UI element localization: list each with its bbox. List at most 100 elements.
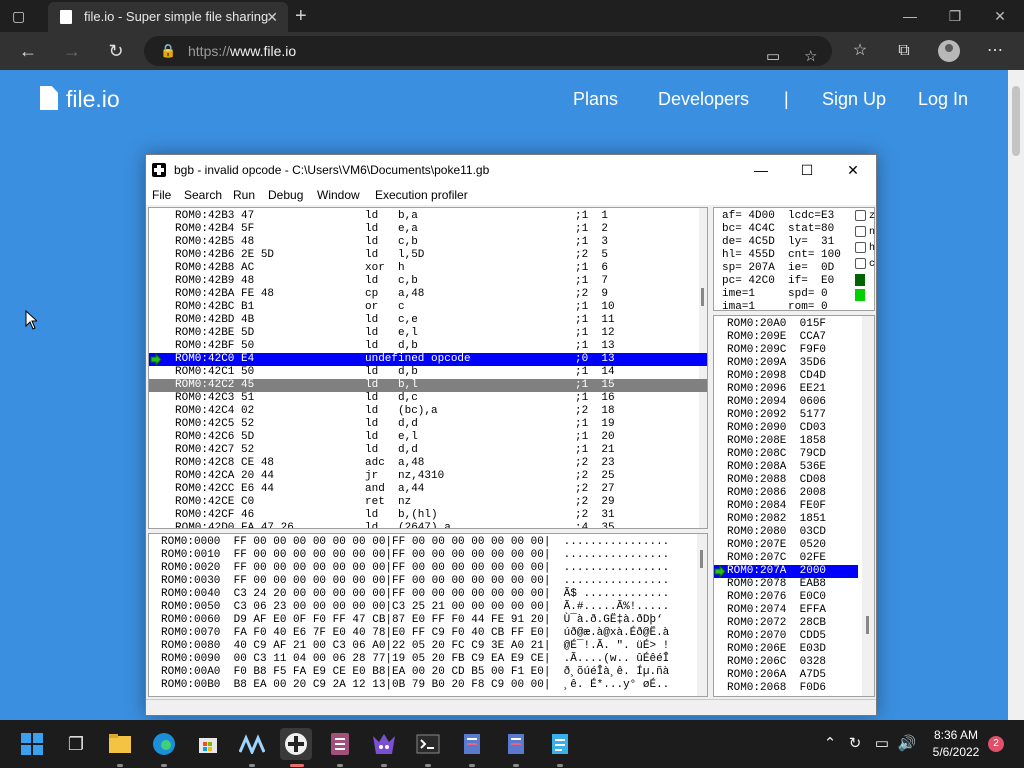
stack-row[interactable]: ROM0:2090 CD03 <box>714 422 858 435</box>
bgb-minimize-icon[interactable]: — <box>738 155 784 185</box>
stack-row[interactable]: ROM0:207C 02FE <box>714 552 858 565</box>
flag-n-checkbox[interactable] <box>855 226 866 237</box>
immersive-reader-icon[interactable]: ▭ <box>766 42 780 72</box>
memory-row[interactable]: ROM0:0020 FF 00 00 00 00 00 00 00|FF 00 … <box>161 562 701 575</box>
disasm-row[interactable]: ROM0:42C2 45 ld b,l ;1 15 <box>149 379 707 392</box>
disasm-row[interactable]: ROM0:42BE 5D ld e,l ;1 12 <box>149 327 707 340</box>
stack-row[interactable]: ROM0:2072 28CB <box>714 617 858 630</box>
memory-row[interactable]: ROM0:00A0 F0 B8 F5 FA E9 CE E0 B8|EA 00 … <box>161 666 701 679</box>
memory-row[interactable]: ROM0:0060 D9 AF E0 0F F0 FF 47 CB|87 E0 … <box>161 614 701 627</box>
scrollbar-thumb[interactable] <box>1012 86 1020 156</box>
start-icon[interactable] <box>16 728 48 760</box>
new-tab-icon[interactable]: + <box>295 4 307 28</box>
disasm-row[interactable]: ROM0:42BD 4B ld c,e ;1 11 <box>149 314 707 327</box>
stack-row[interactable]: ROM0:206E E03D <box>714 643 858 656</box>
nav-developers[interactable]: Developers <box>658 89 749 109</box>
stack-pane[interactable]: ROM0:20A0 015F ROM0:209E CCA7 ROM0:209C F9… <box>713 315 875 697</box>
display-icon[interactable]: ▭ <box>872 734 892 754</box>
menu-run[interactable]: Run <box>233 185 255 205</box>
add-favorite-icon[interactable]: ☆ <box>804 42 817 72</box>
menu-search[interactable]: Search <box>184 185 222 205</box>
nav-log-in[interactable]: Log In <box>918 89 968 109</box>
stack-row[interactable]: ROM0:2094 0606 <box>714 396 858 409</box>
more-icon[interactable]: ⋯ <box>984 40 1006 62</box>
nav-plans[interactable]: Plans <box>573 89 618 109</box>
stack-row[interactable]: ROM0:208A 536E <box>714 461 858 474</box>
stack-row[interactable]: ROM0:2074 EFFA <box>714 604 858 617</box>
stack-row[interactable]: ROM0:206A A7D5 <box>714 669 858 682</box>
app-icon[interactable] <box>236 728 268 760</box>
menu-window[interactable]: Window <box>317 185 360 205</box>
disasm-row[interactable]: ROM0:42C7 52 ld d,d ;1 21 <box>149 444 707 457</box>
bgb-maximize-icon[interactable]: ☐ <box>784 155 830 185</box>
memory-hex-pane[interactable]: ROM0:0000 FF 00 00 00 00 00 00 00|FF 00 … <box>148 533 708 697</box>
game-icon[interactable] <box>368 728 400 760</box>
stack-row[interactable]: ROM0:209C F9F0 <box>714 344 858 357</box>
lock-icon[interactable]: 🔒 <box>160 36 176 66</box>
site-logo[interactable]: file.io <box>40 86 120 112</box>
disasm-row[interactable]: ROM0:42CF 46 ld b,(hl) ;2 31 <box>149 509 707 522</box>
disasm-row[interactable]: ROM0:42C3 51 ld d,c ;1 16 <box>149 392 707 405</box>
nav-sign-up[interactable]: Sign Up <box>822 89 886 109</box>
disasm-row[interactable]: ROM0:42BA FE 48 cp a,48 ;2 9 <box>149 288 707 301</box>
stack-row[interactable]: ROM0:2068 F0D6 <box>714 682 858 695</box>
disasm-row[interactable]: ROM0:42B5 48 ld c,b ;1 3 <box>149 236 707 249</box>
disasm-row[interactable]: ROM0:42C1 50 ld d,b ;1 14 <box>149 366 707 379</box>
stack-row[interactable]: ROM0:20A0 015F <box>714 318 858 331</box>
disasm-row[interactable]: ROM0:42C0 E4 undefined opcode ;0 13 <box>149 353 707 366</box>
disasm-row[interactable]: ROM0:42BF 50 ld d,b ;1 13 <box>149 340 707 353</box>
disasm-row[interactable]: ROM0:42B6 2E 5D ld l,5D ;2 5 <box>149 249 707 262</box>
disasm-row[interactable]: ROM0:42CE C0 ret nz ;2 29 <box>149 496 707 509</box>
stack-row[interactable]: ROM0:209E CCA7 <box>714 331 858 344</box>
task-view-icon[interactable]: ❐ <box>60 728 92 760</box>
stack-scrollbar[interactable] <box>862 316 874 696</box>
bgb-title-bar[interactable]: bgb - invalid opcode - C:\Users\VM6\Docu… <box>146 155 876 185</box>
note-icon[interactable] <box>500 728 532 760</box>
note-icon[interactable] <box>456 728 488 760</box>
back-icon[interactable]: ← <box>17 40 39 62</box>
disasm-row[interactable]: ROM0:42B4 5F ld e,a ;1 2 <box>149 223 707 236</box>
memory-row[interactable]: ROM0:0090 00 C3 11 04 00 06 28 77|19 05 … <box>161 653 701 666</box>
disasm-row[interactable]: ROM0:42B8 AC xor h ;1 6 <box>149 262 707 275</box>
refresh-icon[interactable]: ↻ <box>105 40 127 62</box>
stack-row[interactable]: ROM0:206C 0328 <box>714 656 858 669</box>
scrollbar-thumb[interactable] <box>866 616 869 634</box>
disasm-row[interactable]: ROM0:42D0 FA 47 26 ld (2647),a ;4 35 <box>149 522 707 528</box>
disassembly-pane[interactable]: ROM0:42B3 47 ld b,a ;1 1 ROM0:42B4 5F ld e,a… <box>148 207 708 529</box>
memory-row[interactable]: ROM0:00B0 B8 EA 00 20 C9 2A 12 13|0B 79 … <box>161 679 701 692</box>
stack-row[interactable]: ROM0:207E 0520 <box>714 539 858 552</box>
disasm-row[interactable]: ROM0:42BC B1 or c ;1 10 <box>149 301 707 314</box>
profile-icon[interactable] <box>938 40 960 62</box>
terminal-icon[interactable] <box>412 728 444 760</box>
memory-row[interactable]: ROM0:0030 FF 00 00 00 00 00 00 00|FF 00 … <box>161 575 701 588</box>
stack-row[interactable]: ROM0:207A 2000 <box>714 564 858 579</box>
disasm-row[interactable]: ROM0:42B9 48 ld c,b ;1 7 <box>149 275 707 288</box>
stack-row[interactable]: ROM0:2098 CD4D <box>714 370 858 383</box>
memory-row[interactable]: ROM0:0000 FF 00 00 00 00 00 00 00|FF 00 … <box>161 536 701 549</box>
disasm-row[interactable]: ROM0:42C4 02 ld (bc),a ;2 18 <box>149 405 707 418</box>
page-scrollbar[interactable] <box>1008 70 1024 720</box>
file-explorer-icon[interactable] <box>104 728 136 760</box>
show-hidden-icons-icon[interactable]: ⌃ <box>820 734 840 754</box>
sync-icon[interactable]: ↻ <box>845 734 865 754</box>
notification-badge[interactable]: 2 <box>988 736 1004 752</box>
stack-row[interactable]: ROM0:2082 1851 <box>714 513 858 526</box>
memory-row[interactable]: ROM0:0080 40 C9 AF 21 00 C3 06 A0|22 05 … <box>161 640 701 653</box>
bgb-taskbar-icon[interactable] <box>280 728 312 760</box>
disasm-row[interactable]: ROM0:42C6 5D ld e,l ;1 20 <box>149 431 707 444</box>
disasm-row[interactable]: ROM0:42CC E6 44 and a,44 ;2 27 <box>149 483 707 496</box>
memory-row[interactable]: ROM0:0050 C3 06 23 00 00 00 00 00|C3 25 … <box>161 601 701 614</box>
minimize-icon[interactable]: — <box>900 6 920 26</box>
stack-row[interactable]: ROM0:2070 CDD5 <box>714 630 858 643</box>
close-window-icon[interactable]: ✕ <box>990 6 1010 26</box>
flag-z-checkbox[interactable] <box>855 210 866 221</box>
system-clock[interactable]: 8:36 AM 5/6/2022 <box>926 727 986 761</box>
collections-icon[interactable]: ⧉ <box>893 40 915 62</box>
flag-h-checkbox[interactable] <box>855 242 866 253</box>
browser-tab[interactable]: file.io - Super simple file sharing ✕ <box>48 2 288 32</box>
bgb-close-icon[interactable]: ✕ <box>830 155 876 185</box>
memory-row[interactable]: ROM0:0070 FA F0 40 E6 7F E0 40 78|E0 FF … <box>161 627 701 640</box>
address-bar[interactable]: 🔒 https://www.file.io ▭ ☆ <box>144 36 832 66</box>
stack-row[interactable]: ROM0:209A 35D6 <box>714 357 858 370</box>
disasm-row[interactable]: ROM0:42C8 CE 48 adc a,48 ;2 23 <box>149 457 707 470</box>
